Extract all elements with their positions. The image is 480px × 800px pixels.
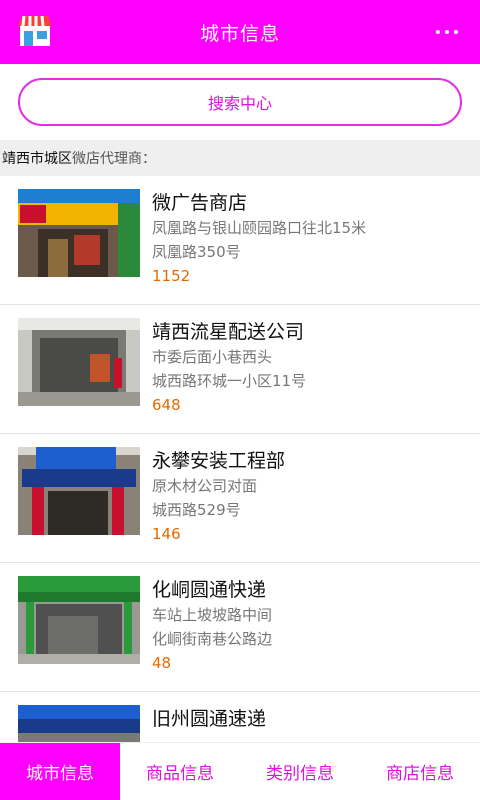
store-list-item[interactable]: 微广告商店 凤凰路与银山颐园路口往北15米 凤凰路350号 1152 bbox=[0, 176, 480, 305]
store-name: 靖西流星配送公司 bbox=[152, 321, 305, 343]
store-address-line2: 城西路环城一小区11号 bbox=[152, 372, 307, 390]
store-address-line2: 城西路529号 bbox=[152, 501, 241, 519]
store-list-item[interactable]: 化峒圆通快递 车站上坡坡路中间 化峒街南巷公路边 48 bbox=[0, 563, 480, 692]
store-photo bbox=[18, 447, 140, 535]
tab-product-info[interactable]: 商品信息 bbox=[120, 743, 240, 800]
page-title: 城市信息 bbox=[199, 22, 280, 45]
tab-category-info[interactable]: 类别信息 bbox=[240, 743, 360, 800]
store-address-line1: 原木材公司对面 bbox=[152, 477, 258, 495]
store-list-item[interactable]: 靖西流星配送公司 市委后面小巷西头 城西路环城一小区11号 648 bbox=[0, 305, 480, 434]
tab-city-info[interactable]: 城市信息 bbox=[0, 743, 120, 800]
store-photo bbox=[18, 576, 140, 664]
app-header: 城市信息 bbox=[0, 0, 480, 64]
store-address-line1: 凤凰路与银山颐园路口往北15米 bbox=[152, 219, 367, 237]
tab-store-info[interactable]: 商店信息 bbox=[360, 743, 480, 800]
store-list: 微广告商店 凤凰路与银山颐园路口往北15米 凤凰路350号 1152 靖西流星配… bbox=[0, 176, 480, 800]
section-label: 微店代理商： bbox=[72, 151, 156, 167]
section-city: 靖西市城区 bbox=[2, 151, 72, 167]
store-list-item[interactable]: 永攀安装工程部 原木材公司对面 城西路529号 146 bbox=[0, 434, 480, 563]
store-name: 旧州圆通速递 bbox=[152, 708, 267, 730]
section-header: 靖西市城区 微店代理商： bbox=[0, 140, 480, 176]
store-count: 48 bbox=[152, 654, 172, 672]
more-dots-icon[interactable] bbox=[436, 30, 458, 34]
store-photo bbox=[18, 189, 140, 277]
store-count: 648 bbox=[152, 396, 181, 414]
store-address-line2: 凤凰路350号 bbox=[152, 243, 241, 261]
store-count: 146 bbox=[152, 525, 181, 543]
store-name: 微广告商店 bbox=[152, 192, 248, 214]
store-count: 1152 bbox=[152, 267, 191, 285]
store-icon[interactable] bbox=[16, 14, 54, 48]
store-address-line1: 市委后面小巷西头 bbox=[152, 348, 273, 366]
store-name: 永攀安装工程部 bbox=[152, 450, 286, 472]
bottom-tab-bar: 城市信息 商品信息 类别信息 商店信息 bbox=[0, 742, 480, 800]
store-name: 化峒圆通快递 bbox=[152, 579, 267, 601]
store-address-line1: 车站上坡坡路中间 bbox=[152, 606, 273, 624]
search-center-button[interactable]: 搜索中心 bbox=[18, 78, 462, 126]
store-address-line2: 化峒街南巷公路边 bbox=[152, 630, 273, 648]
store-photo bbox=[18, 318, 140, 406]
